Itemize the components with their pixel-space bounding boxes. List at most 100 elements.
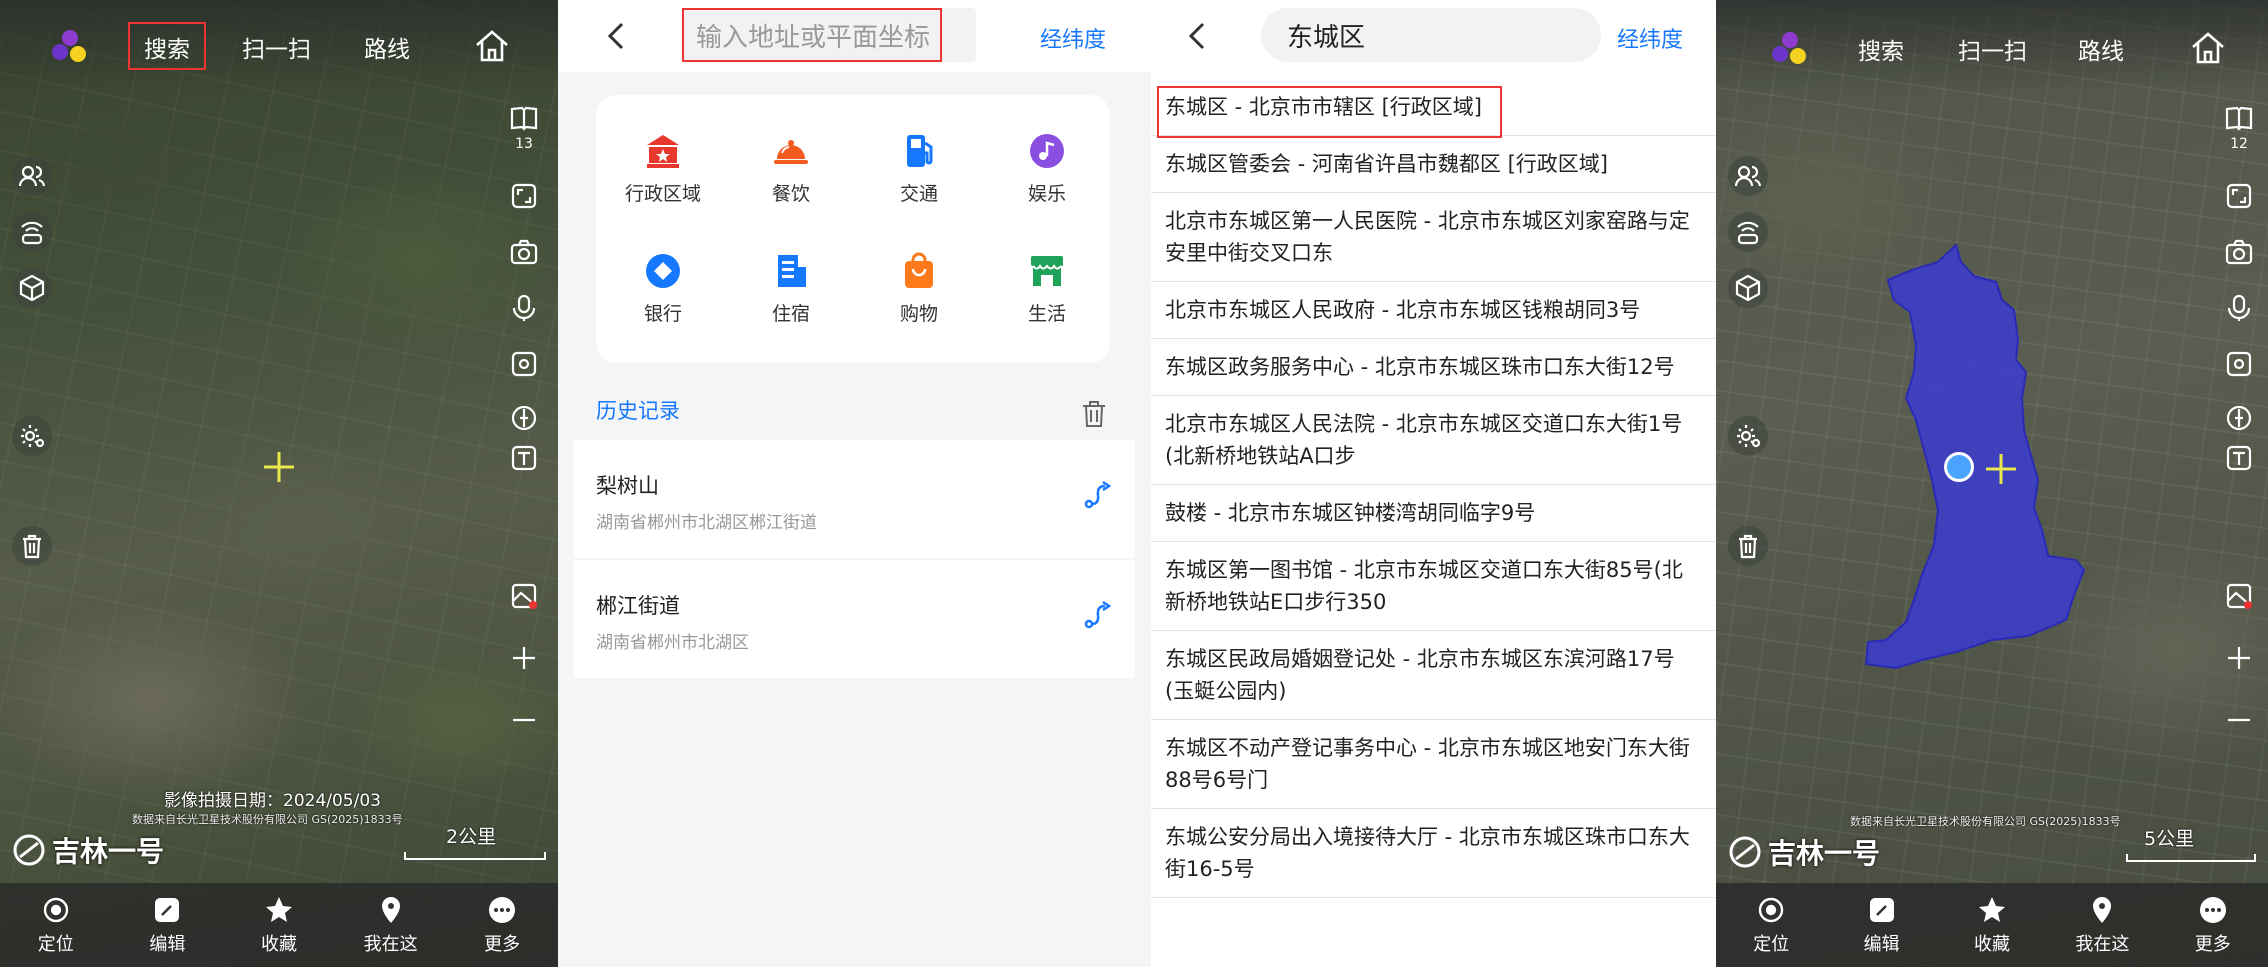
route-icon[interactable]	[1083, 600, 1113, 630]
nav-route[interactable]: 路线	[2078, 32, 2124, 66]
scale-label: 5公里	[2144, 828, 2195, 850]
map-book-icon[interactable]	[2219, 98, 2259, 138]
bottom-bar: 定位 编辑 收藏 我在这 更多	[0, 883, 558, 967]
edit-button[interactable]: 编辑	[122, 894, 212, 956]
zoom-out-icon[interactable]	[504, 700, 544, 740]
text-tool-icon[interactable]	[504, 438, 544, 478]
screenshot-icon[interactable]	[504, 344, 544, 384]
result-item[interactable]: 东城区管委会 - 河南省许昌市魏都区 [行政区域]	[1151, 136, 1716, 193]
category-shopping[interactable]: 购物	[864, 251, 974, 326]
category-entertainment[interactable]: 娱乐	[992, 131, 1102, 206]
microphone-icon[interactable]	[504, 288, 544, 328]
result-item[interactable]: 东城公安分局出入境接待大厅 - 北京市东城区珠市口东大街16-5号	[1151, 809, 1716, 898]
category-label: 交通	[899, 183, 938, 205]
category-hotel[interactable]: 住宿	[736, 251, 846, 326]
zoom-in-icon[interactable]	[2219, 638, 2259, 678]
more-label: 更多	[484, 934, 521, 955]
results-list: 东城区 - 北京市市辖区 [行政区域] 东城区管委会 - 河南省许昌市魏都区 […	[1151, 76, 1716, 898]
users-icon[interactable]	[12, 156, 52, 196]
result-item[interactable]: 鼓楼 - 北京市东城区钟楼湾胡同临字9号	[1151, 485, 1716, 542]
home-icon[interactable]	[472, 26, 512, 66]
history-item[interactable]: 梨树山 湖南省郴州市北湖区郴江街道	[574, 440, 1135, 558]
star-icon	[1978, 897, 2005, 922]
lnglat-button[interactable]: 经纬度	[1040, 22, 1106, 54]
trash-icon[interactable]	[12, 526, 52, 566]
category-transport[interactable]: 交通	[864, 131, 974, 206]
clear-history-icon[interactable]	[1081, 400, 1107, 428]
favorite-button[interactable]: 收藏	[234, 894, 324, 956]
more-button[interactable]: 更多	[2168, 894, 2258, 956]
result-item[interactable]: 北京市东城区人民政府 - 北京市东城区钱粮胡同3号	[1151, 282, 1716, 339]
nav-scan[interactable]: 扫一扫	[1958, 32, 2027, 66]
here-label: 我在这	[2075, 934, 2130, 955]
nav-route[interactable]: 路线	[364, 30, 410, 64]
settings-gear-icon[interactable]	[12, 416, 52, 456]
result-text: 北京市东城区第一人民医院 - 北京市东城区刘家窑路与定安里中街交叉口东	[1165, 209, 1690, 265]
category-dining[interactable]: 餐饮	[736, 131, 846, 206]
location-marker	[1944, 452, 1974, 482]
layer-image-icon[interactable]	[504, 576, 544, 616]
trash-icon[interactable]	[1728, 526, 1768, 566]
nav-scan[interactable]: 扫一扫	[242, 30, 311, 64]
category-life[interactable]: 生活	[992, 251, 1102, 326]
compass-icon[interactable]	[504, 398, 544, 438]
favorite-button[interactable]: 收藏	[1947, 894, 2037, 956]
favorite-label: 收藏	[260, 934, 297, 955]
signal-icon[interactable]	[1728, 212, 1768, 252]
history-item[interactable]: 郴江街道 湖南省郴州市北湖区	[574, 560, 1135, 678]
locate-button[interactable]: 定位	[11, 894, 101, 956]
compass-icon[interactable]	[2219, 398, 2259, 438]
results-screen: 东城区 经纬度 东城区 - 北京市市辖区 [行政区域] 东城区管委会 - 河南省…	[1151, 0, 1716, 967]
camera-icon[interactable]	[2219, 232, 2259, 272]
here-button[interactable]: 我在这	[346, 894, 436, 956]
zoom-out-icon[interactable]	[2219, 700, 2259, 740]
result-item[interactable]: 东城区 - 北京市市辖区 [行政区域]	[1151, 76, 1716, 138]
result-item[interactable]: 北京市东城区第一人民医院 - 北京市东城区刘家窑路与定安里中街交叉口东	[1151, 193, 1716, 282]
route-icon[interactable]	[1083, 480, 1113, 510]
data-credit: 数据来自长光卫星技术股份有限公司 GS(2025)1833号	[132, 813, 403, 826]
category-government[interactable]: 行政区域	[608, 131, 718, 206]
brand-satellite-icon	[1729, 836, 1761, 868]
category-label: 住宿	[771, 303, 810, 325]
back-arrow-icon[interactable]	[600, 18, 636, 54]
more-button[interactable]: 更多	[457, 894, 547, 956]
category-label: 生活	[1027, 303, 1066, 325]
result-item[interactable]: 东城区民政局婚姻登记处 - 北京市东城区东滨河路17号(玉蜓公园内)	[1151, 631, 1716, 720]
users-icon[interactable]	[1728, 156, 1768, 196]
layer-image-icon[interactable]	[2219, 576, 2259, 616]
back-arrow-icon[interactable]	[1181, 18, 1217, 54]
here-button[interactable]: 我在这	[2057, 894, 2147, 956]
locate-button[interactable]: 定位	[1726, 894, 1816, 956]
map-center-crosshair-icon	[1986, 454, 2016, 484]
highlight-search-box	[128, 22, 206, 70]
lnglat-button[interactable]: 经纬度	[1617, 22, 1683, 54]
map-book-icon[interactable]	[504, 98, 544, 138]
edit-button[interactable]: 编辑	[1837, 894, 1927, 956]
result-item[interactable]: 东城区第一图书馆 - 北京市东城区交道口东大街85号(北新桥地铁站E口步行350	[1151, 542, 1716, 631]
brand-satellite-icon	[13, 834, 45, 866]
microphone-icon[interactable]	[2219, 288, 2259, 328]
settings-gear-icon[interactable]	[1728, 416, 1768, 456]
result-item[interactable]: 东城区政务服务中心 - 北京市东城区珠市口东大街12号	[1151, 339, 1716, 396]
more-icon	[2199, 897, 2226, 923]
more-icon	[489, 897, 516, 923]
screenshot-icon[interactable]	[2219, 344, 2259, 384]
3d-box-icon[interactable]	[12, 268, 52, 308]
category-label: 购物	[899, 303, 938, 325]
highlight-result-box	[1157, 86, 1502, 138]
home-icon[interactable]	[2188, 28, 2228, 68]
signal-icon[interactable]	[12, 212, 52, 252]
fullscreen-icon[interactable]	[2219, 176, 2259, 216]
3d-box-icon[interactable]	[1728, 268, 1768, 308]
camera-icon[interactable]	[504, 232, 544, 272]
nav-search[interactable]: 搜索	[1858, 32, 1904, 66]
history-name: 梨树山	[596, 474, 659, 498]
category-bank[interactable]: 银行	[608, 251, 718, 326]
search-input[interactable]: 东城区	[1261, 8, 1601, 62]
result-item[interactable]: 东城区不动产登记事务中心 - 北京市东城区地安门东大街88号6号门	[1151, 720, 1716, 809]
fullscreen-icon[interactable]	[504, 176, 544, 216]
hotel-icon	[778, 255, 806, 287]
zoom-in-icon[interactable]	[504, 638, 544, 678]
result-item[interactable]: 北京市东城区人民法院 - 北京市东城区交道口东大街1号(北新桥地铁站A口步	[1151, 396, 1716, 485]
text-tool-icon[interactable]	[2219, 438, 2259, 478]
